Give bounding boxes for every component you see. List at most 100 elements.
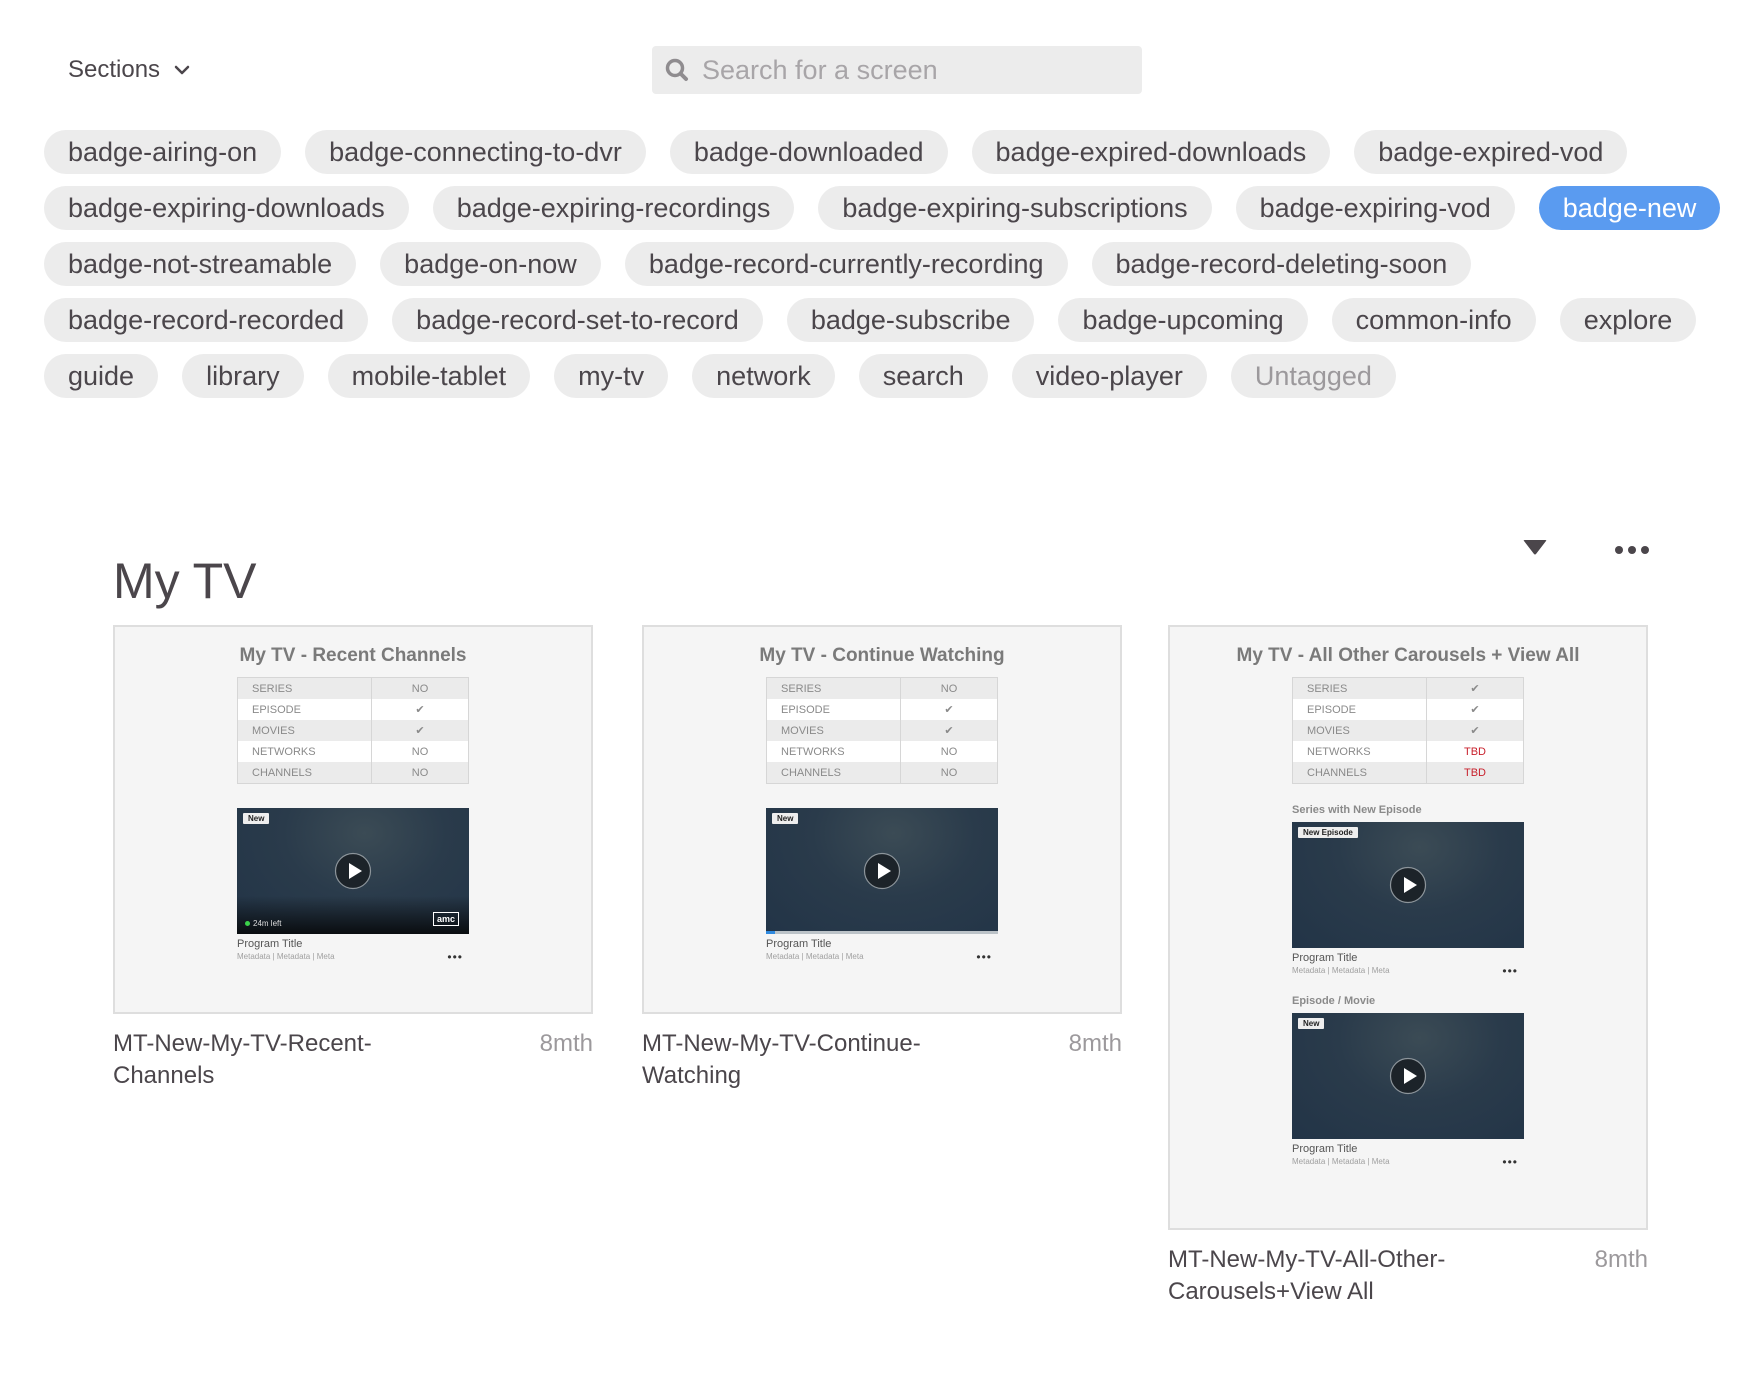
tag-untagged[interactable]: Untagged — [1230, 354, 1396, 398]
tag-badge-record-currently-recording[interactable]: badge-record-currently-recording — [624, 242, 1068, 286]
more-icon: ••• — [1502, 1154, 1518, 1169]
screen-name[interactable]: MT-New-My-TV-All-Other-Carousels+View Al… — [1168, 1244, 1508, 1308]
tag-badge-expired-downloads[interactable]: badge-expired-downloads — [971, 130, 1331, 174]
program-info: Program Title Metadata | Metadata | Meta… — [1292, 1143, 1524, 1169]
live-dot-icon — [245, 921, 250, 926]
attribute-label: SERIES — [237, 677, 372, 699]
carousel-label: Episode / Movie — [1292, 995, 1376, 1007]
attribute-label: SERIES — [1292, 677, 1427, 699]
tag-badge-upcoming[interactable]: badge-upcoming — [1058, 298, 1308, 342]
tag-guide[interactable]: guide — [44, 354, 159, 398]
sections-dropdown[interactable]: Sections — [68, 52, 190, 88]
tag-badge-expiring-subscriptions[interactable]: badge-expiring-subscriptions — [818, 186, 1212, 230]
screen-age: 8mth — [1068, 1030, 1122, 1057]
more-options-icon[interactable] — [1612, 538, 1652, 562]
attribute-value: ✔ — [1470, 683, 1480, 695]
tag-my-tv[interactable]: my-tv — [554, 354, 669, 398]
attribute-value: ✔ — [1470, 704, 1480, 716]
attribute-row: SERIES NO — [237, 677, 469, 699]
tag-badge-airing-on[interactable]: badge-airing-on — [44, 130, 282, 174]
tag-badge-expiring-recordings[interactable]: badge-expiring-recordings — [432, 186, 795, 230]
program-metadata: Metadata | Metadata | Meta — [1292, 966, 1390, 975]
attribute-value: NO — [411, 745, 429, 758]
attribute-value: ✔ — [415, 725, 425, 737]
time-left: 24m left — [245, 919, 281, 928]
video-tile: New 24m left amc — [237, 808, 469, 934]
attribute-row: NETWORKS NO — [766, 741, 998, 762]
program-metadata: Metadata | Metadata | Meta — [766, 952, 864, 961]
tag-badge-downloaded[interactable]: badge-downloaded — [669, 130, 948, 174]
attribute-row: NETWORKS NO — [237, 741, 469, 762]
tag-badge-expiring-vod[interactable]: badge-expiring-vod — [1235, 186, 1515, 230]
tag-badge-on-now[interactable]: badge-on-now — [380, 242, 601, 286]
more-icon: ••• — [1502, 963, 1518, 978]
screen-card[interactable]: My TV - Recent Channels SERIES NO EPISOD… — [113, 625, 593, 1092]
tag-library[interactable]: library — [182, 354, 304, 398]
screen-thumbnail[interactable]: My TV - Continue Watching SERIES NO EPIS… — [642, 625, 1122, 1014]
attribute-value: NO — [940, 745, 958, 758]
search-input[interactable] — [700, 53, 1124, 87]
attribute-label: CHANNELS — [1292, 762, 1427, 784]
search-icon — [665, 58, 688, 81]
tag-explore[interactable]: explore — [1559, 298, 1697, 342]
program-info: Program Title Metadata | Metadata | Meta… — [237, 938, 469, 963]
new-badge: New — [1298, 1018, 1325, 1029]
tag-badge-connecting-to-dvr[interactable]: badge-connecting-to-dvr — [305, 130, 646, 174]
attribute-label: EPISODE — [1292, 699, 1427, 720]
screen-card[interactable]: My TV - Continue Watching SERIES NO EPIS… — [642, 625, 1122, 1092]
tag-search[interactable]: search — [858, 354, 988, 398]
attribute-row: EPISODE ✔ — [766, 699, 998, 720]
content-type-table: SERIES NO EPISODE ✔ MOVIES ✔ NETWORKS NO… — [237, 677, 469, 784]
screen-card[interactable]: My TV - All Other Carousels + View All S… — [1168, 625, 1648, 1308]
attribute-label: CHANNELS — [766, 762, 901, 784]
collapse-triangle-icon[interactable] — [1520, 536, 1550, 560]
tag-badge-record-recorded[interactable]: badge-record-recorded — [44, 298, 369, 342]
watch-progress-fill — [766, 931, 776, 934]
program-title: Program Title — [237, 938, 303, 950]
program-info: Program Title Metadata | Metadata | Meta… — [766, 938, 998, 963]
tag-badge-expiring-downloads[interactable]: badge-expiring-downloads — [44, 186, 409, 230]
sections-label: Sections — [68, 56, 161, 83]
program-info: Program Title Metadata | Metadata | Meta… — [1292, 952, 1524, 978]
screen-caption: MT-New-My-TV-All-Other-Carousels+View Al… — [1168, 1244, 1648, 1308]
tag-network[interactable]: network — [692, 354, 835, 398]
content-type-table: SERIES ✔ EPISODE ✔ MOVIES ✔ NETWORKS TBD… — [1292, 677, 1524, 784]
section-title: My TV — [113, 552, 257, 609]
attribute-row: NETWORKS TBD — [1292, 741, 1524, 762]
screen-caption: MT-New-My-TV-Recent-Channels 8mth — [113, 1028, 593, 1092]
screen-thumbnail[interactable]: My TV - All Other Carousels + View All S… — [1168, 625, 1648, 1230]
program-metadata: Metadata | Metadata | Meta — [237, 952, 335, 961]
attribute-row: EPISODE ✔ — [1292, 699, 1524, 720]
attribute-row: MOVIES ✔ — [237, 720, 469, 741]
screen-name[interactable]: MT-New-My-TV-Recent-Channels — [113, 1028, 453, 1092]
tag-badge-expired-vod[interactable]: badge-expired-vod — [1354, 130, 1628, 174]
tag-common-info[interactable]: common-info — [1331, 298, 1536, 342]
attribute-label: MOVIES — [1292, 720, 1427, 741]
tag-badge-subscribe[interactable]: badge-subscribe — [786, 298, 1035, 342]
program-title: Program Title — [766, 938, 832, 950]
screen-name[interactable]: MT-New-My-TV-Continue-Watching — [642, 1028, 982, 1092]
watch-progress-bar — [766, 931, 998, 934]
tag-badge-record-deleting-soon[interactable]: badge-record-deleting-soon — [1091, 242, 1472, 286]
tag-badge-record-set-to-record[interactable]: badge-record-set-to-record — [392, 298, 763, 342]
search-box[interactable] — [652, 46, 1142, 94]
program-metadata: Metadata | Metadata | Meta — [1292, 1157, 1390, 1166]
attribute-label: MOVIES — [766, 720, 901, 741]
play-icon — [1389, 866, 1427, 904]
new-badge: New Episode — [1298, 827, 1358, 838]
attribute-label: NETWORKS — [766, 741, 901, 762]
video-tile: New — [766, 808, 998, 934]
play-icon — [863, 852, 901, 890]
attribute-row: MOVIES ✔ — [1292, 720, 1524, 741]
tag-badge-new[interactable]: badge-new — [1538, 186, 1721, 230]
screen-thumbnail[interactable]: My TV - Recent Channels SERIES NO EPISOD… — [113, 625, 593, 1014]
attribute-label: NETWORKS — [1292, 741, 1427, 762]
attribute-row: SERIES ✔ — [1292, 677, 1524, 699]
attribute-label: NETWORKS — [237, 741, 372, 762]
thumbnail-title: My TV - Recent Channels — [239, 645, 467, 666]
tag-mobile-tablet[interactable]: mobile-tablet — [327, 354, 531, 398]
tag-video-player[interactable]: video-player — [1011, 354, 1207, 398]
attribute-row: CHANNELS TBD — [1292, 762, 1524, 784]
attribute-value: NO — [940, 766, 958, 779]
tag-badge-not-streamable[interactable]: badge-not-streamable — [44, 242, 357, 286]
